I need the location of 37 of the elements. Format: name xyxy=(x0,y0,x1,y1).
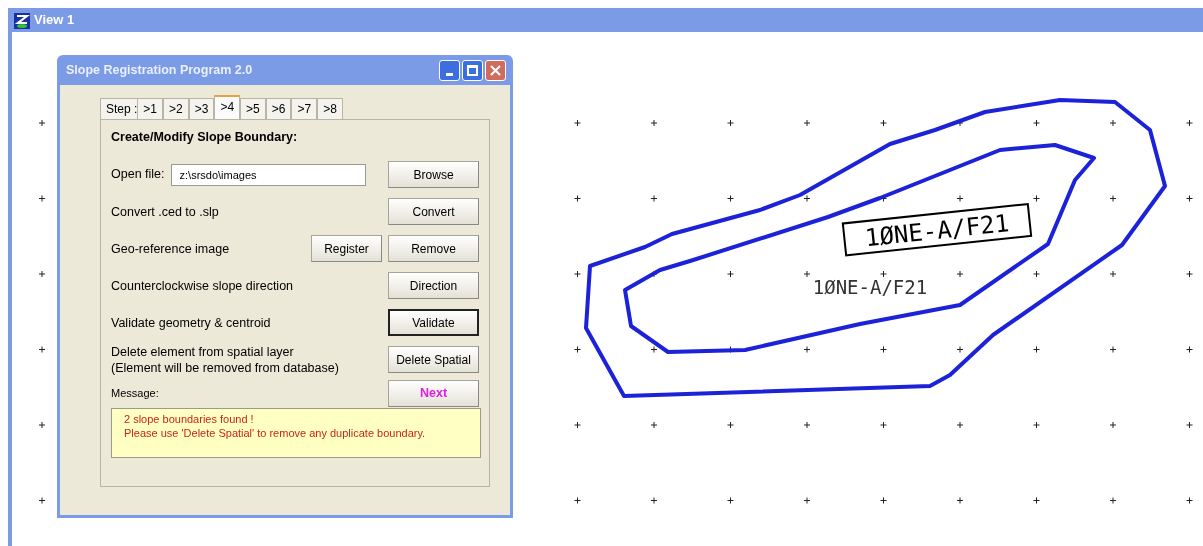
message-text: 2 slope boundaries found ! Please use 'Delete Spatial' to remove any duplicate boundary. xyxy=(111,408,481,458)
boxed-label: 1ØNE-A/F21 xyxy=(841,202,1033,257)
action-button[interactable]: Direction xyxy=(388,272,479,299)
step-tab[interactable]: >8 xyxy=(317,98,343,119)
step-tab[interactable]: >7 xyxy=(291,98,318,119)
row-label: Convert .ced to .slp xyxy=(111,203,220,220)
step-label: Step : xyxy=(100,98,138,119)
row-label: Geo-reference image xyxy=(111,240,231,257)
close-icon xyxy=(490,64,501,76)
dialog-title: Slope Registration Program 2.0 xyxy=(66,61,254,79)
minimize-button[interactable] xyxy=(439,59,460,81)
section-heading: Create/Modify Slope Boundary: xyxy=(111,129,299,146)
maximize-icon xyxy=(467,64,478,76)
action-button[interactable]: Remove xyxy=(388,235,479,262)
window-title: View 1 xyxy=(34,11,75,30)
step-tab[interactable]: >4 xyxy=(214,95,241,119)
message-label: Message: xyxy=(111,386,160,401)
action-button[interactable]: Convert xyxy=(388,198,479,225)
row-label: Delete element from spatial layer (Element will be removed from database) xyxy=(111,343,340,376)
row-label: Validate geometry & centroid xyxy=(111,314,272,331)
action-button[interactable]: Validate xyxy=(388,309,479,336)
action-button[interactable]: Delete Spatial xyxy=(388,346,479,373)
action-button[interactable]: Register xyxy=(311,235,382,262)
step-tab[interactable]: >5 xyxy=(240,98,266,119)
row-label: Counterclockwise slope direction xyxy=(111,277,295,294)
step-tab[interactable]: >6 xyxy=(265,98,292,119)
minimize-icon xyxy=(446,72,453,76)
app-icon xyxy=(14,12,30,29)
slope-label: 1ØNE-A/F21 xyxy=(812,276,928,298)
step-tab[interactable]: >1 xyxy=(137,98,164,119)
close-button[interactable] xyxy=(485,59,506,81)
step-tab[interactable]: >3 xyxy=(188,98,215,119)
maximize-button[interactable] xyxy=(462,59,483,81)
step-tab[interactable]: >2 xyxy=(163,98,189,119)
field-label: Open file: xyxy=(111,166,165,184)
action-button[interactable]: Browse xyxy=(388,161,479,188)
file-path-field[interactable]: z:\srsdo\images xyxy=(170,163,367,186)
